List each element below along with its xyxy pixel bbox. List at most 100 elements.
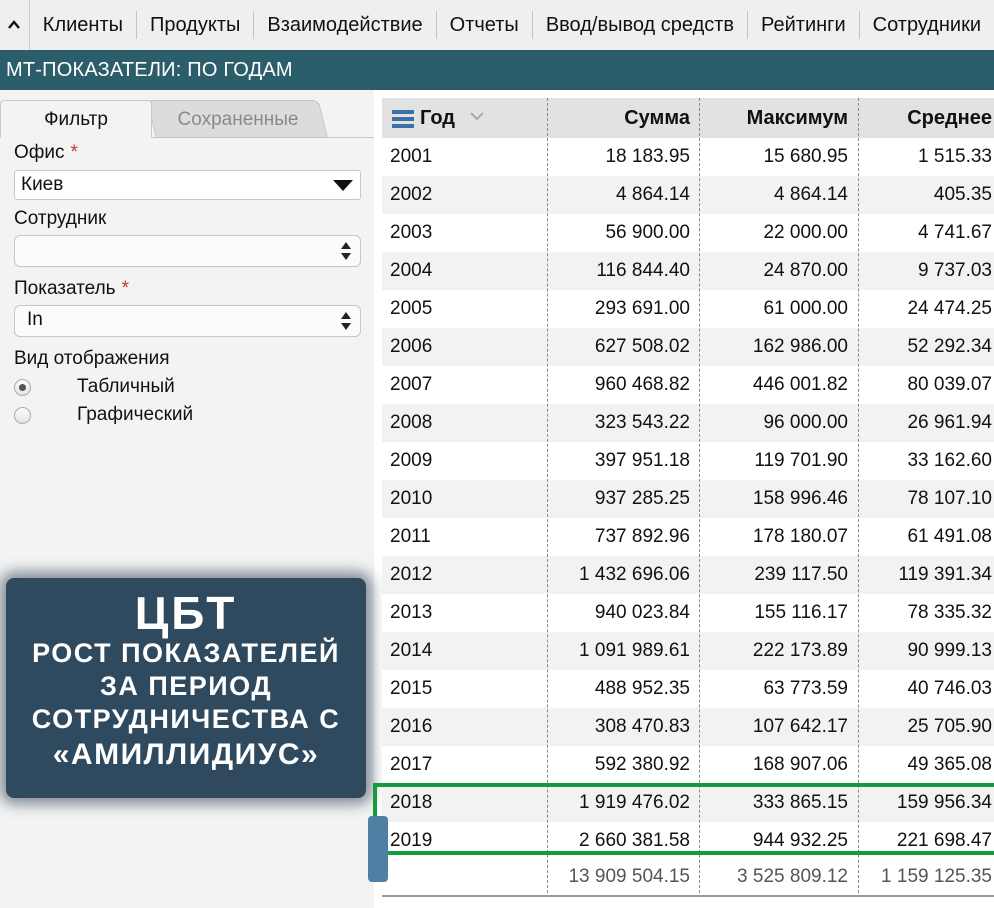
column-header-sum[interactable]: Сумма [546, 98, 690, 138]
radio-table[interactable] [14, 378, 31, 396]
cell-sum: 116 844.40 [596, 260, 690, 281]
radio-table-label: Табличный [77, 376, 175, 397]
cell-year: 2019 [390, 830, 433, 851]
cell-max: 119 701.90 [754, 450, 848, 471]
cell-year: 2009 [390, 450, 433, 471]
cell-sum: 937 285.25 [594, 488, 690, 509]
table-row[interactable]: 2013 940 023.84 155 116.17 78 335.32 [382, 594, 994, 632]
cell-sum: 737 892.96 [594, 526, 690, 547]
cell-sum: 18 183.95 [605, 146, 690, 167]
cell-avg: 40 746.03 [907, 678, 992, 699]
table-row[interactable]: 2014 1 091 989.61 222 173.89 90 999.13 [382, 632, 994, 670]
table-row[interactable]: 2009 397 951.18 119 701.90 33 162.60 [382, 442, 994, 480]
cell-sum: 940 023.84 [594, 602, 690, 623]
cell-max: 22 000.00 [763, 222, 848, 243]
cell-avg: 221 698.47 [896, 830, 992, 851]
promo-line: ЗА ПЕРИОД [99, 671, 273, 701]
updown-arrows-icon [341, 242, 351, 260]
table-row[interactable]: 2003 56 900.00 22 000.00 4 741.67 [382, 214, 994, 252]
cell-max: 446 001.82 [752, 374, 848, 395]
nav-item-ratings[interactable]: Рейтинги [748, 11, 860, 39]
cell-avg: 159 956.34 [896, 792, 992, 813]
cell-avg: 24 474.25 [907, 298, 992, 319]
table-row[interactable]: 2012 1 432 696.06 239 117.50 119 391.34 [382, 556, 994, 594]
nav-item-deposits-withdrawals[interactable]: Ввод/вывод средств [533, 11, 749, 39]
cell-max: 4 864.14 [774, 184, 848, 205]
nav-item-clients[interactable]: Клиенты [30, 11, 137, 39]
cell-avg: 49 365.08 [907, 754, 992, 775]
table-row[interactable]: 2007 960 468.82 446 001.82 80 039.07 [382, 366, 994, 404]
column-menu-icon[interactable] [392, 110, 414, 128]
cell-max: 15 680.95 [763, 146, 848, 167]
chevron-up-icon [8, 20, 21, 29]
cell-year: 2005 [390, 298, 433, 319]
office-select-value: Киев [21, 174, 64, 195]
cell-avg: 119 391.34 [898, 564, 992, 585]
table-row[interactable]: 2011 737 892.96 178 180.07 61 491.08 [382, 518, 994, 556]
tab-filter[interactable]: Фильтр [0, 100, 152, 138]
cell-avg: 78 107.10 [907, 488, 992, 509]
cell-max: 333 865.15 [752, 792, 848, 813]
cell-avg: 78 335.32 [907, 602, 992, 623]
sort-chevron-icon[interactable] [470, 112, 484, 121]
column-header-max[interactable]: Максимум [698, 98, 848, 138]
column-divider [858, 98, 859, 893]
required-mark: * [70, 142, 78, 163]
cell-sum: 308 470.83 [594, 716, 690, 737]
cell-avg: 25 705.90 [907, 716, 992, 737]
table-row[interactable]: 2005 293 691.00 61 000.00 24 474.25 [382, 290, 994, 328]
required-mark: * [121, 278, 129, 299]
totals-row: 13 909 504.15 3 525 809.12 1 159 125.35 [382, 858, 994, 896]
cell-sum: 2 660 381.58 [579, 830, 690, 851]
employee-label: Сотрудник [14, 208, 107, 229]
view-mode-table-option[interactable]: Табличный [14, 374, 175, 400]
cell-avg: 90 999.13 [907, 640, 992, 661]
cell-year: 2018 [390, 792, 433, 813]
table-row[interactable]: 2004 116 844.40 24 870.00 9 737.03 [382, 252, 994, 290]
table-row[interactable]: 2008 323 543.22 96 000.00 26 961.94 [382, 404, 994, 442]
total-cell-max: 3 525 809.12 [737, 866, 848, 887]
cell-year: 2006 [390, 336, 433, 357]
cell-avg: 405.35 [933, 184, 992, 205]
table-row[interactable]: 2006 627 508.02 162 986.00 52 292.34 [382, 328, 994, 366]
tab-saved[interactable]: Сохраненные [146, 100, 328, 138]
panel-splitter-handle[interactable] [368, 816, 388, 882]
cell-year: 2011 [390, 526, 431, 547]
table-row[interactable]: 2015 488 952.35 63 773.59 40 746.03 [382, 670, 994, 708]
nav-item-products[interactable]: Продукты [137, 11, 255, 39]
nav-item-reports[interactable]: Отчеты [437, 11, 533, 39]
indicator-select-value: In [27, 309, 43, 330]
total-cell-avg: 1 159 125.35 [881, 866, 992, 887]
table-row[interactable]: 2002 4 864.14 4 864.14 405.35 [382, 176, 994, 214]
nav-item-employees[interactable]: Сотрудники [860, 11, 994, 39]
nav-item-interaction[interactable]: Взаимодействие [254, 11, 437, 39]
cell-max: 24 870.00 [763, 260, 848, 281]
cell-sum: 397 951.18 [594, 450, 690, 471]
column-header-year[interactable]: Год [420, 98, 470, 138]
cell-max: 168 907.06 [752, 754, 848, 775]
column-header-avg[interactable]: Среднее [856, 98, 992, 138]
cell-sum: 960 468.82 [594, 374, 690, 395]
cell-year: 2013 [390, 602, 433, 623]
cell-sum: 627 508.02 [594, 336, 690, 357]
table-row[interactable]: 2018 1 919 476.02 333 865.15 159 956.34 [382, 784, 994, 822]
office-select[interactable]: Киев [14, 170, 361, 200]
table-row[interactable]: 2001 18 183.95 15 680.95 1 515.33 [382, 138, 994, 176]
table-row[interactable]: 2010 937 285.25 158 996.46 78 107.10 [382, 480, 994, 518]
view-mode-graph-option[interactable]: Графический [14, 402, 193, 428]
collapse-nav-button[interactable] [0, 0, 30, 50]
promo-line: РОСТ ПОКАЗАТЕЛЕЙ [32, 638, 340, 668]
cell-max: 239 117.50 [754, 564, 848, 585]
employee-select[interactable] [14, 235, 361, 267]
cell-max: 162 986.00 [752, 336, 848, 357]
table-row[interactable]: 2016 308 470.83 107 642.17 25 705.90 [382, 708, 994, 746]
cell-sum: 323 543.22 [594, 412, 690, 433]
radio-graph-label: Графический [77, 404, 194, 425]
table-row[interactable]: 2019 2 660 381.58 944 932.25 221 698.47 [382, 822, 994, 860]
total-cell-year [390, 858, 540, 896]
table-row[interactable]: 2017 592 380.92 168 907.06 49 365.08 [382, 746, 994, 784]
cell-avg: 80 039.07 [907, 374, 992, 395]
indicator-select[interactable]: In [14, 305, 361, 337]
radio-graph[interactable] [14, 406, 31, 424]
cell-year: 2007 [390, 374, 433, 395]
